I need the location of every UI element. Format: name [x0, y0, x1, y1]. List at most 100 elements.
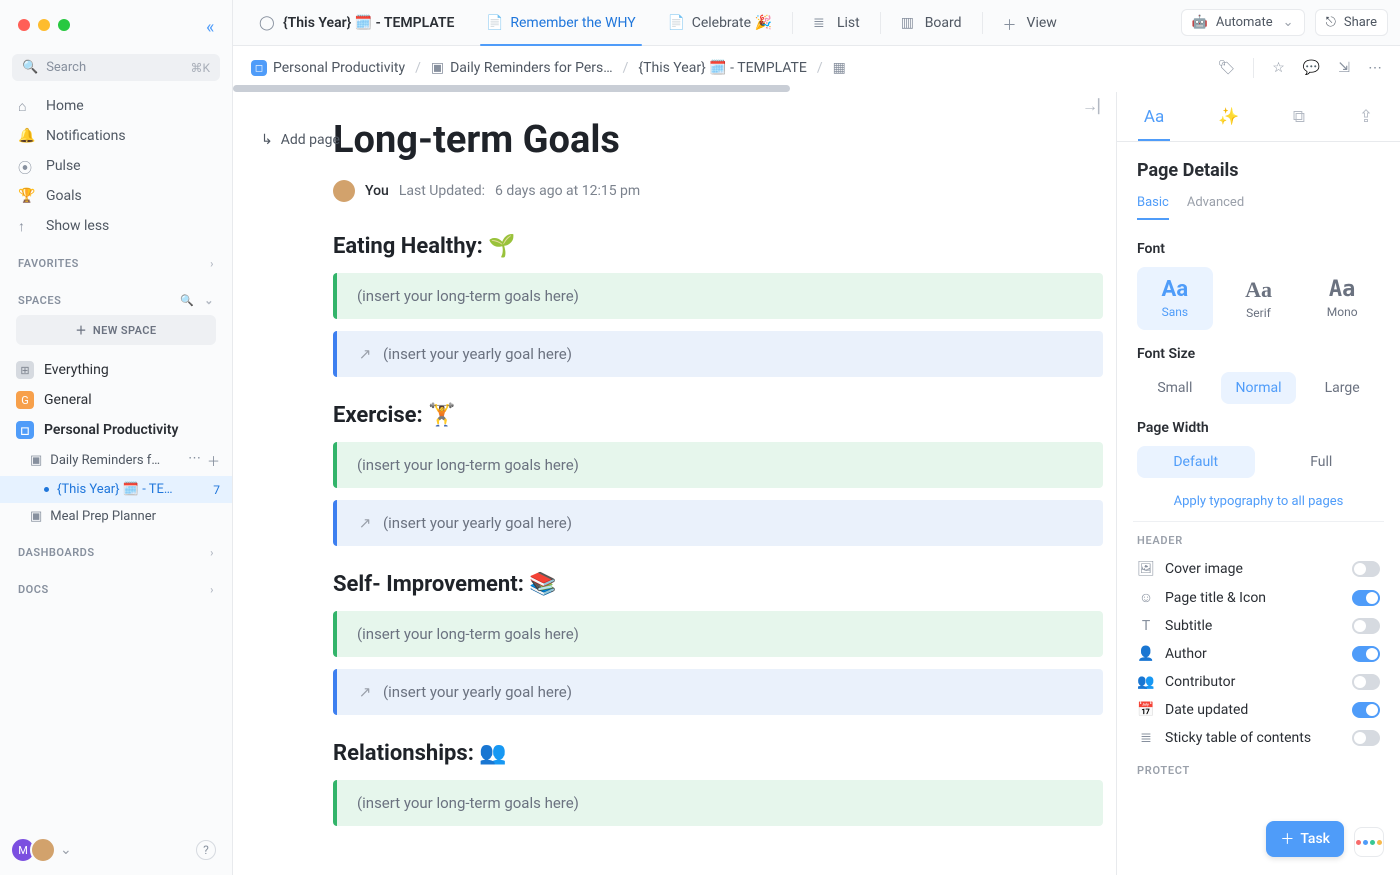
collapse-sidebar-icon[interactable]: « — [206, 19, 218, 31]
longterm-goal-block[interactable]: (insert your long-term goals here) — [333, 780, 1103, 826]
yearly-goal-block[interactable]: ↗ (insert your yearly goal here) — [333, 500, 1103, 546]
font-mono[interactable]: AaMono — [1304, 267, 1380, 330]
nav-pulse[interactable]: ⦿Pulse — [6, 151, 226, 181]
search-input[interactable]: 🔍 Search ⌘K — [12, 54, 220, 81]
traffic-min[interactable] — [38, 19, 50, 31]
nav-show-less[interactable]: ↑Show less — [6, 211, 226, 241]
font-serif-label: Serif — [1221, 306, 1297, 320]
font-serif[interactable]: AaSerif — [1221, 267, 1297, 330]
tab-list[interactable]: ≣ List — [799, 0, 874, 46]
switch-date[interactable] — [1352, 702, 1380, 718]
new-task-button[interactable]: ＋ Task — [1266, 821, 1344, 857]
star-icon[interactable]: ☆ — [1272, 60, 1285, 76]
new-space-button[interactable]: ＋ NEW SPACE — [16, 315, 216, 345]
add-page-button[interactable]: ↳ Add page — [251, 126, 350, 154]
space-personal-productivity[interactable]: ◻ Personal Productivity — [0, 415, 232, 445]
toggle-date-updated: 📅 Date updated — [1137, 696, 1380, 724]
switch-contributor[interactable] — [1352, 674, 1380, 690]
author-label[interactable]: You — [365, 183, 389, 199]
download-icon[interactable]: ⇲ — [1338, 60, 1350, 76]
switch-cover[interactable] — [1352, 561, 1380, 577]
panel-tab-ai[interactable]: ✨ — [1218, 92, 1239, 141]
space-everything[interactable]: ⊞ Everything — [0, 355, 232, 385]
longterm-goal-block[interactable]: (insert your long-term goals here) — [333, 442, 1103, 488]
tag-icon[interactable]: 🏷 — [1217, 60, 1235, 76]
section-heading[interactable]: Self- Improvement: 📚 — [333, 572, 1103, 597]
crumb-space[interactable]: ◻ Personal Productivity — [251, 60, 405, 76]
section-spaces[interactable]: SPACES 🔍 ⌄ — [0, 278, 232, 315]
longterm-goal-block[interactable]: (insert your long-term goals here) — [333, 273, 1103, 319]
yearly-goal-block[interactable]: ↗ (insert your yearly goal here) — [333, 669, 1103, 715]
tab-celebrate[interactable]: 📄 Celebrate 🎉 — [654, 0, 786, 46]
avatar-stack[interactable]: M — [16, 837, 56, 863]
tabs-bar: ◯ {This Year} 🗓️ - TEMPLATE 📄 Remember t… — [233, 0, 1400, 46]
apps-button[interactable] — [1354, 827, 1384, 857]
add-icon[interactable]: ＋ — [207, 451, 220, 470]
subtab-advanced[interactable]: Advanced — [1187, 195, 1244, 220]
section-favorites[interactable]: FAVORITES › — [0, 241, 232, 278]
nav-notifications[interactable]: 🔔Notifications — [6, 121, 226, 151]
collapse-panel-icon[interactable]: →⎸ — [1082, 96, 1114, 116]
panel-tabs: Aa ✨ ⧉ ⇪ — [1117, 92, 1400, 142]
traffic-close[interactable] — [18, 19, 30, 31]
page-title[interactable]: Long-term Goals — [333, 118, 1103, 162]
nav-home[interactable]: ⌂Home — [6, 91, 226, 121]
caret-icon[interactable]: ↗ — [357, 683, 373, 701]
tab-board[interactable]: ▥ Board — [887, 0, 976, 46]
folder-meal-prep[interactable]: ▣ Meal Prep Planner — [0, 503, 232, 530]
switch-subtitle[interactable] — [1352, 618, 1380, 634]
size-large[interactable]: Large — [1304, 372, 1380, 404]
longterm-goal-block[interactable]: (insert your long-term goals here) — [333, 611, 1103, 657]
automate-button[interactable]: 🤖 Automate ⌄ — [1181, 9, 1305, 36]
toggle-cover-label: Cover image — [1165, 561, 1243, 577]
yearly-goal-block[interactable]: ↗ (insert your yearly goal here) — [333, 331, 1103, 377]
size-small[interactable]: Small — [1137, 372, 1213, 404]
font-sans[interactable]: AaSans — [1137, 267, 1213, 330]
crumb-folder[interactable]: ▣ Daily Reminders for Pers… — [431, 60, 613, 76]
tab-remember-label: Remember the WHY — [510, 15, 635, 31]
panel-tab-typography[interactable]: Aa — [1144, 92, 1164, 141]
page-this-year[interactable]: {This Year} 🗓️ - TE… 7 — [0, 476, 232, 503]
picker-icon[interactable]: ▦ — [833, 60, 846, 76]
apply-typography-link[interactable]: Apply typography to all pages — [1137, 494, 1380, 509]
section-heading[interactable]: Relationships: 👥 — [333, 741, 1103, 766]
horizontal-scrollbar[interactable] — [233, 85, 790, 92]
size-normal[interactable]: Normal — [1221, 372, 1297, 404]
chevron-down-icon[interactable]: ⌄ — [60, 842, 72, 858]
panel-tab-export[interactable]: ⇪ — [1359, 92, 1373, 141]
list-icon: ≣ — [813, 15, 829, 31]
page-meta: You Last Updated: 6 days ago at 12:15 pm — [333, 180, 1103, 202]
panel-tab-components[interactable]: ⧉ — [1293, 92, 1305, 141]
subtab-basic[interactable]: Basic — [1137, 195, 1169, 220]
tab-current-page[interactable]: ◯ {This Year} 🗓️ - TEMPLATE — [245, 0, 468, 46]
caret-icon[interactable]: ↗ — [357, 345, 373, 363]
more-icon[interactable]: ⋯ — [1368, 60, 1382, 76]
comment-icon[interactable]: 💬 — [1303, 60, 1320, 76]
width-default[interactable]: Default — [1137, 446, 1255, 478]
more-icon[interactable]: ⋯ — [188, 451, 201, 470]
space-general[interactable]: G General — [0, 385, 232, 415]
width-full[interactable]: Full — [1263, 446, 1381, 478]
crumb-page[interactable]: {This Year} 🗓️ - TEMPLATE — [638, 60, 806, 76]
nav-goals[interactable]: 🏆Goals — [6, 181, 226, 211]
section-dashboards[interactable]: DASHBOARDS › — [0, 530, 232, 567]
separator: / — [415, 60, 421, 76]
personal-icon: ◻ — [16, 421, 34, 439]
folder-daily-reminders[interactable]: ▣ Daily Reminders f… ⋯ ＋ — [0, 445, 232, 476]
search-icon[interactable]: 🔍 — [180, 294, 194, 307]
switch-title-icon[interactable] — [1352, 590, 1380, 606]
traffic-max[interactable] — [58, 19, 70, 31]
caret-icon[interactable]: ↗ — [357, 514, 373, 532]
section-docs[interactable]: DOCS › — [0, 567, 232, 604]
switch-toc[interactable] — [1352, 730, 1380, 746]
help-icon[interactable]: ? — [196, 840, 216, 860]
section-heading[interactable]: Eating Healthy: 🌱 — [333, 234, 1103, 259]
switch-author[interactable] — [1352, 646, 1380, 662]
section-heading[interactable]: Exercise: 🏋️ — [333, 403, 1103, 428]
chevron-down-icon[interactable]: ⌄ — [204, 294, 214, 307]
nav-goals-label: Goals — [46, 188, 82, 204]
share-button[interactable]: ⎋ Share — [1315, 9, 1388, 36]
tab-remember[interactable]: 📄 Remember the WHY — [472, 0, 649, 46]
tab-add-view[interactable]: ＋ View — [989, 0, 1071, 46]
home-icon: ⌂ — [18, 98, 34, 114]
